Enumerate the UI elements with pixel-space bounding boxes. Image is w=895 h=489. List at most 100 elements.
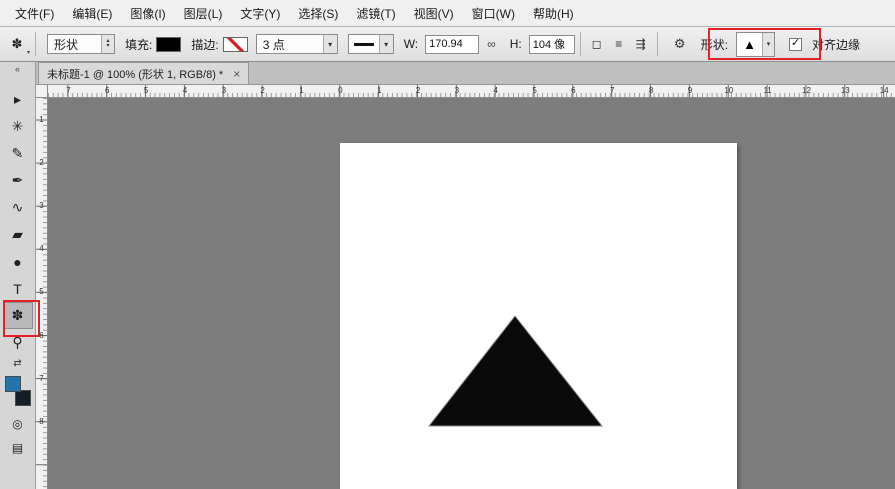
- ruler-number: 4: [166, 85, 205, 96]
- stroke-type-select[interactable]: ▾: [348, 34, 394, 54]
- ruler-number: 14: [865, 85, 895, 96]
- custom-shape-tool[interactable]: ✽: [3, 302, 33, 329]
- ruler-number: 2: [399, 85, 438, 96]
- menu-item[interactable]: 文件(F): [6, 5, 63, 22]
- toolbar-bottom: ◎ ▤: [3, 412, 33, 460]
- gradient-tool[interactable]: ▰: [3, 221, 33, 248]
- chevron-down-icon: ▾: [106, 44, 109, 49]
- ruler-number: 5: [36, 270, 47, 313]
- options-bar: ✽ ▾ 形状 ▴ ▾ 填充: 描边: 3 点 ▾ ▾ W: ∞ H: ◻ ≡ ⇶…: [0, 27, 895, 62]
- tool-bar: « ▸ ✳ ✎ ✒ ∿ ▰: [0, 62, 36, 489]
- width-input[interactable]: [425, 35, 479, 54]
- ruler-number: 9: [671, 85, 710, 96]
- align-edges-label: 对齐边缘: [812, 36, 860, 53]
- menu-item[interactable]: 选择(S): [289, 5, 347, 22]
- move-tool[interactable]: ▸: [3, 86, 33, 113]
- tab-close-icon[interactable]: ×: [233, 67, 240, 81]
- ruler-number: 1: [360, 85, 399, 96]
- shape-picker[interactable]: ▲ ▾: [736, 32, 775, 57]
- ruler-number: 5: [515, 85, 554, 96]
- stroke-label: 描边:: [191, 36, 218, 53]
- path-operations-button[interactable]: ◻: [586, 33, 608, 55]
- shape-layer: [340, 143, 737, 489]
- chevron-down-icon: ▾: [27, 49, 30, 56]
- eyedropper-tool[interactable]: ✎: [3, 140, 33, 167]
- menu-item[interactable]: 图层(L): [175, 5, 232, 22]
- ruler-number: 8: [632, 85, 671, 96]
- divider: [657, 32, 658, 56]
- tool-mode-select[interactable]: 形状 ▴ ▾: [47, 34, 115, 54]
- vertical-ruler[interactable]: 1 2 3 4 5 6 7 8: [36, 98, 48, 489]
- path-alignment-button[interactable]: ≡: [608, 33, 630, 55]
- path-arrangement-button[interactable]: ⇶: [630, 33, 652, 55]
- gear-icon[interactable]: ⚙: [669, 33, 691, 55]
- tool-preset-button[interactable]: ✽ ▾: [4, 32, 30, 56]
- menu-item[interactable]: 滤镜(T): [347, 5, 404, 22]
- shape-label: 形状:: [701, 36, 728, 53]
- background-color-swatch[interactable]: [15, 390, 31, 406]
- menu-item[interactable]: 文字(Y): [231, 5, 289, 22]
- menu-item[interactable]: 图像(I): [121, 5, 174, 22]
- color-swatches: [5, 376, 31, 406]
- ruler-number: 13: [826, 85, 865, 96]
- width-label: W:: [404, 37, 418, 51]
- link-dimensions-icon[interactable]: ∞: [487, 37, 496, 51]
- ruler-number: 7: [593, 85, 632, 96]
- tool-mode-value: 形状: [48, 35, 101, 53]
- tool-list: ▸ ✳ ✎ ✒ ∿ ▰ ●: [3, 86, 33, 356]
- horizontal-ruler[interactable]: 7 6 5 4 3 2 1 0 1 2 3 4 5 6 7 8: [48, 85, 895, 98]
- shape-thumbnail-triangle: ▲: [737, 33, 762, 56]
- align-edges-checkbox[interactable]: ✓: [789, 38, 802, 51]
- stroke-color-swatch[interactable]: [223, 37, 248, 52]
- ruler-number: 4: [476, 85, 515, 96]
- screen-mode-button[interactable]: ▤: [3, 436, 33, 460]
- magic-wand-tool[interactable]: ✳: [3, 113, 33, 140]
- ruler-number: 10: [709, 85, 748, 96]
- height-label: H:: [510, 37, 522, 51]
- spinner-arrows[interactable]: ▴ ▾: [101, 35, 114, 53]
- stroke-width-select[interactable]: 3 点 ▾: [256, 34, 338, 54]
- ruler-number: 6: [554, 85, 593, 96]
- ruler-number: 7: [36, 357, 47, 400]
- triangle-shape[interactable]: [429, 316, 602, 426]
- stroke-width-value: 3 点: [257, 35, 323, 53]
- ruler-origin-corner[interactable]: [36, 85, 48, 98]
- chevron-down-icon[interactable]: ▾: [762, 33, 774, 56]
- type-tool[interactable]: T: [3, 275, 33, 302]
- menu-item[interactable]: 窗口(W): [463, 5, 524, 22]
- swap-colors-icon[interactable]: ⇄: [13, 358, 21, 372]
- ruler-number: 6: [36, 313, 47, 356]
- height-input[interactable]: [529, 35, 575, 54]
- menu-item[interactable]: 编辑(E): [63, 5, 121, 22]
- vertical-ruler-numbers: 1 2 3 4 5 6 7 8: [36, 98, 47, 443]
- tab-title: 未标题-1 @ 100% (形状 1, RGB/8) *: [47, 66, 223, 82]
- smudge-tool[interactable]: ∿: [3, 194, 33, 221]
- ruler-number: 1: [282, 85, 321, 96]
- foreground-color-swatch[interactable]: [5, 376, 21, 392]
- blur-tool[interactable]: ●: [3, 248, 33, 275]
- menu-item[interactable]: 视图(V): [405, 5, 463, 22]
- ruler-number: 1: [36, 98, 47, 141]
- ruler-number: 5: [127, 85, 166, 96]
- divider: [35, 32, 36, 56]
- fill-label: 填充:: [125, 36, 152, 53]
- ruler-number: 4: [36, 227, 47, 270]
- brush-tool[interactable]: ✒: [3, 167, 33, 194]
- custom-shape-tool-icon: ✽: [12, 36, 23, 52]
- quick-mask-button[interactable]: ◎: [3, 412, 33, 436]
- check-icon: ✓: [791, 38, 800, 49]
- document-canvas[interactable]: [340, 143, 737, 489]
- ruler-number: 0: [321, 85, 360, 96]
- ruler-number: 12: [787, 85, 826, 96]
- zoom-tool[interactable]: ⚲: [3, 329, 33, 356]
- fill-color-swatch[interactable]: [156, 37, 181, 52]
- ruler-number: 2: [36, 141, 47, 184]
- ruler-number: 6: [88, 85, 127, 96]
- chevron-down-icon[interactable]: ▾: [379, 35, 393, 53]
- chevron-down-icon[interactable]: ▾: [323, 35, 337, 53]
- canvas-area[interactable]: [48, 98, 895, 489]
- document-tab[interactable]: 未标题-1 @ 100% (形状 1, RGB/8) * ×: [38, 62, 249, 84]
- ruler-number: 3: [437, 85, 476, 96]
- menu-item[interactable]: 帮助(H): [524, 5, 583, 22]
- collapse-toolbar-icon[interactable]: «: [15, 62, 20, 78]
